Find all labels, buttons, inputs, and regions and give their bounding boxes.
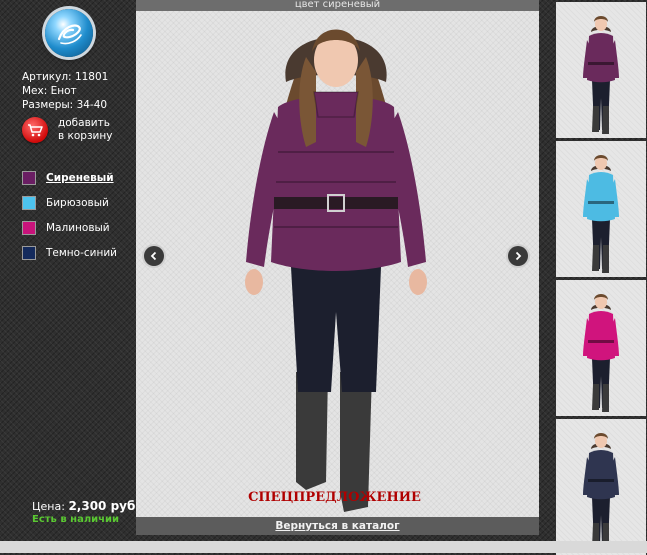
special-offer-label: СПЕЦПРЕДЛОЖЕНИЕ [248,490,421,505]
sku-value: 11801 [74,71,109,83]
product-viewer: цвет сиреневый СПЕЦПРЕДЛОЖЕНИЕ Вернуться… [136,0,539,535]
add-to-cart-label[interactable]: добавить в корзину [58,117,112,143]
price-value: 2,300 руб. [68,499,140,513]
viewer-caption: цвет сиреневый [294,0,381,10]
thumbnail-2[interactable] [556,141,646,277]
color-option[interactable]: Темно-синий [22,245,117,260]
cart-icon[interactable] [22,117,48,143]
bottom-strip [0,541,647,553]
fur-line: Мех: Енот [22,85,77,97]
thumbnail-3[interactable] [556,280,646,416]
arrow-left-icon [150,251,157,261]
back-to-catalog-link[interactable]: Вернуться в каталог [136,517,539,535]
thumbnail-4[interactable] [556,419,646,555]
product-photo [245,29,427,512]
stock-status: Есть в наличии [32,514,120,525]
color-swatch[interactable] [22,195,36,210]
prev-arrow-button[interactable] [144,246,164,266]
viewer-footer: Вернуться в каталог [136,517,539,535]
color-option[interactable]: Малиновый [22,220,117,235]
price-label: Цена: [32,500,65,513]
price: Цена: 2,300 руб. [32,499,140,513]
thumbnail-1[interactable] [556,2,646,138]
next-arrow-button[interactable] [508,246,528,266]
sizes-line: Размеры: 34-40 [22,99,108,111]
sku-line: Артикул: 11801 [22,71,109,83]
arrow-right-icon [515,251,522,261]
logo-icon[interactable] [45,9,93,57]
add-to-cart-button[interactable]: добавить в корзину [22,117,112,143]
color-option-label[interactable]: Бирюзовый [46,197,109,209]
color-option-label[interactable]: Темно-синий [46,247,117,259]
color-swatch[interactable] [22,170,36,185]
color-list: Сиреневый Бирюзовый Малиновый Темно-синий [22,170,117,270]
fur-value: Енот [50,85,77,97]
color-swatch[interactable] [22,220,36,235]
viewer-caption-bar: цвет сиреневый [136,0,539,11]
sizes-value: 34-40 [76,99,108,111]
color-option[interactable]: Сиреневый [22,170,117,185]
color-swatch[interactable] [22,245,36,260]
color-option-label[interactable]: Малиновый [46,222,110,234]
color-option[interactable]: Бирюзовый [22,195,117,210]
color-option-label[interactable]: Сиреневый [46,172,114,184]
product-info: Артикул: 11801 Мех: Енот Размеры: 34-40 [22,70,108,112]
